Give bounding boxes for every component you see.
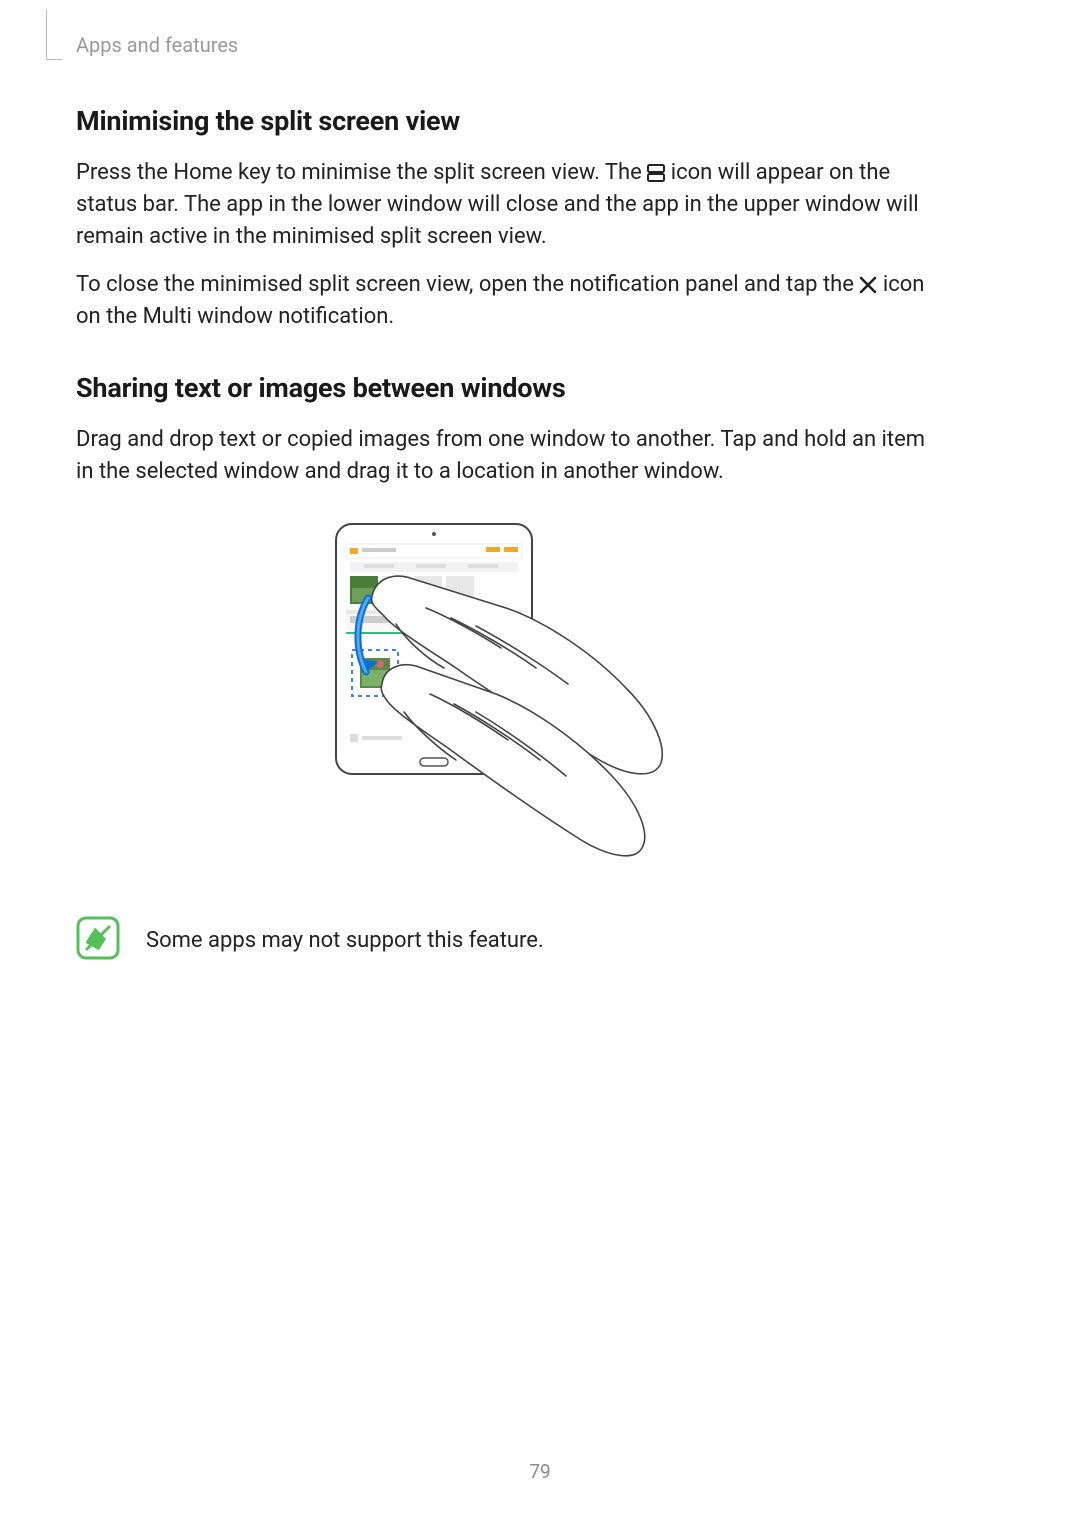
heading-minimising: Minimising the split screen view [76,105,936,137]
page-content: Minimising the split screen view Press t… [76,105,936,964]
text-run: To close the minimised split screen view… [76,272,859,297]
multiwindow-icon [647,160,665,178]
drag-drop-illustration [326,518,686,858]
breadcrumb: Apps and features [76,33,238,57]
page-corner-decoration [46,10,62,60]
text-run: Press the Home key to minimise the split… [76,160,647,185]
paragraph-minimise-2: To close the minimised split screen view… [76,269,936,333]
note-text: Some apps may not support this feature. [146,928,544,953]
note-icon [76,916,120,964]
heading-sharing: Sharing text or images between windows [76,372,936,404]
paragraph-sharing: Drag and drop text or copied images from… [76,424,936,488]
page-number: 79 [0,1460,1080,1483]
paragraph-minimise-1: Press the Home key to minimise the split… [76,157,936,253]
close-icon [859,272,877,290]
note-row: Some apps may not support this feature. [76,916,936,964]
